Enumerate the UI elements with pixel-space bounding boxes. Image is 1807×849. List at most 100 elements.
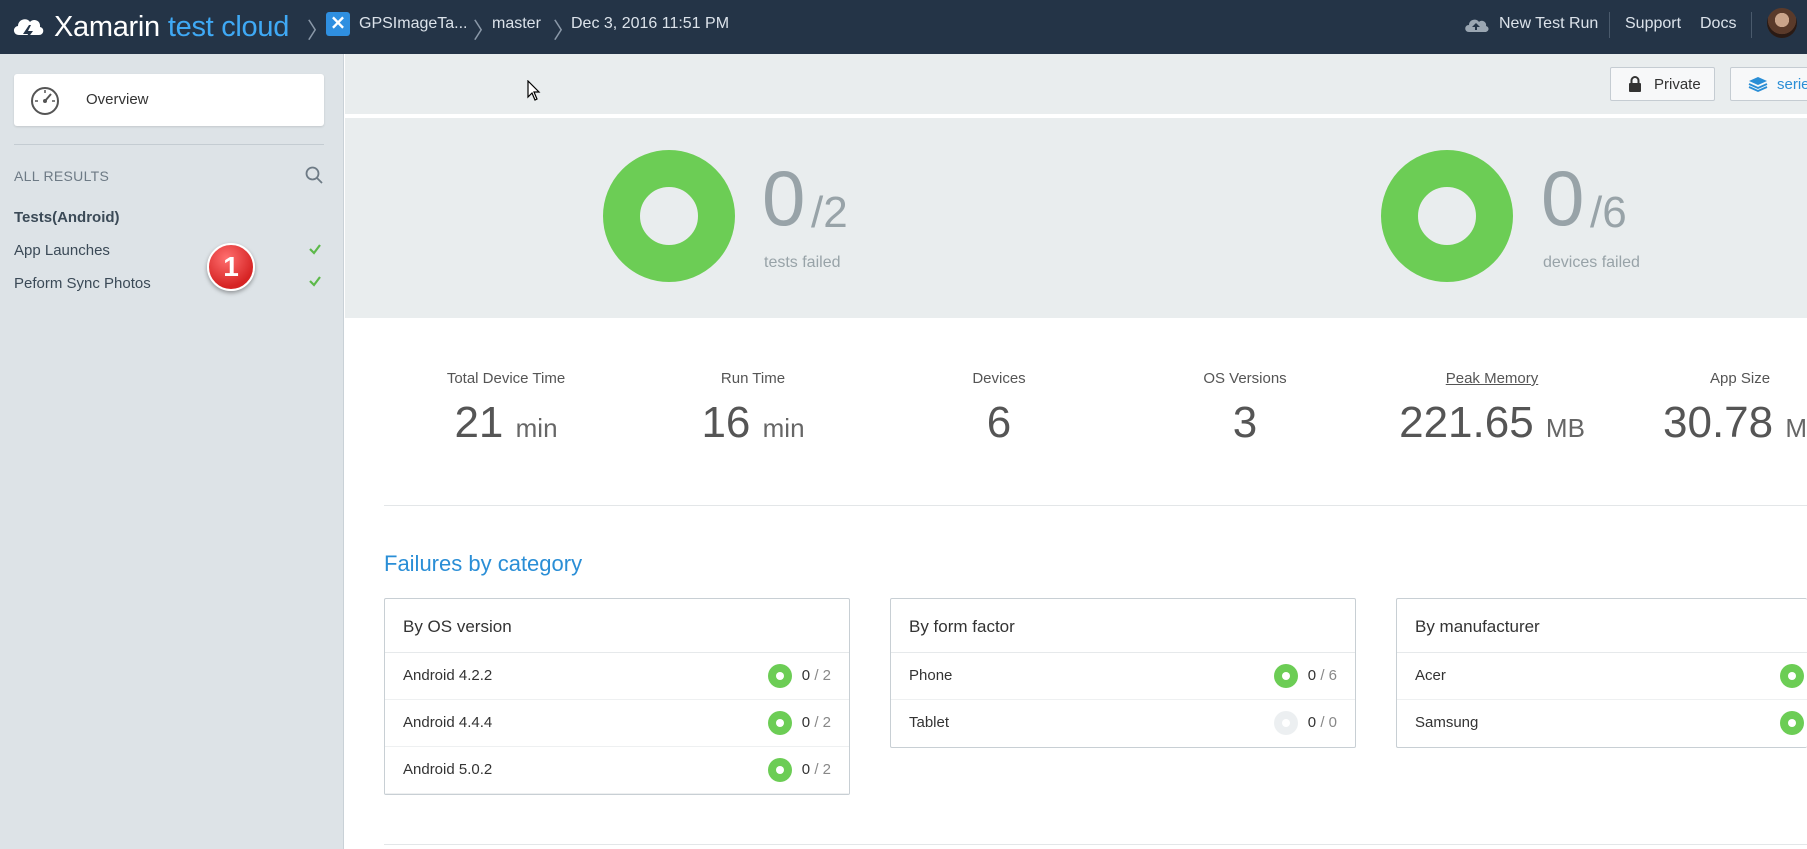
card-by-os-version: By OS version Android 4.2.2 0 / 2 Androi… [384, 598, 850, 795]
breadcrumb-app[interactable]: GPSImageTa... [359, 15, 468, 33]
test-group-title[interactable]: Tests(Android) [14, 209, 120, 226]
row-label: Android 4.2.2 [403, 667, 493, 684]
stat-unit: min [515, 413, 558, 443]
divider [14, 144, 324, 145]
top-nav: Xamarin test cloud 〉 GPSImageTa... 〉 mas… [0, 0, 1807, 54]
avatar[interactable] [1767, 8, 1797, 38]
card-title: By form factor [891, 599, 1355, 653]
series-button[interactable]: serie [1730, 67, 1807, 101]
stat-value-devices: 6 [889, 398, 1109, 448]
card-by-manufacturer: By manufacturer Acer Samsung [1396, 598, 1807, 748]
all-results-heading: ALL RESULTS [14, 168, 110, 184]
sidebar-item-overview[interactable]: Overview [14, 74, 324, 126]
check-icon [309, 244, 321, 255]
list-item: Android 4.4.4 0 / 2 [385, 700, 849, 747]
stat-value-peak-memory: 221.65 MB [1382, 398, 1602, 448]
stat-label-peak-memory[interactable]: Peak Memory [1382, 370, 1602, 387]
status-donut-icon [768, 664, 792, 688]
layers-icon [1748, 77, 1768, 92]
mouse-cursor-icon [527, 80, 541, 101]
breadcrumb-branch[interactable]: master [492, 15, 541, 33]
stat-value-device-time: 21 min [396, 398, 616, 448]
series-label: serie [1777, 76, 1807, 93]
row-fraction: 0 / 2 [801, 761, 831, 778]
stat-label-devices: Devices [972, 370, 1026, 387]
stat-number: 16 [701, 398, 751, 447]
annotation-badge: 1 [207, 243, 255, 291]
divider [384, 844, 1807, 845]
status-donut-icon [1780, 664, 1804, 688]
list-item: Samsung [1397, 700, 1807, 747]
row-fraction: 0 / 2 [801, 714, 831, 731]
brand-logo[interactable]: Xamarin test cloud [10, 6, 289, 48]
docs-link[interactable]: Docs [1700, 15, 1736, 33]
summary-panel [345, 118, 1807, 318]
failed-count: 0 [801, 761, 811, 778]
row-fraction: 0 / 2 [801, 667, 831, 684]
sidebar-item-app-launches[interactable]: App Launches [14, 242, 110, 259]
sidebar: Overview ALL RESULTS Tests(Android) App … [0, 54, 344, 849]
private-label: Private [1654, 76, 1701, 93]
support-link[interactable]: Support [1625, 15, 1681, 33]
tests-total: /2 [811, 188, 848, 237]
total-count: 2 [822, 667, 831, 684]
stat-value-run-time: 16 min [643, 398, 863, 448]
list-item: Android 4.2.2 0 / 2 [385, 653, 849, 700]
new-test-run-link[interactable]: New Test Run [1499, 15, 1598, 33]
tests-failed-count: 0 [762, 154, 806, 242]
row-fraction: 0 / 6 [1307, 667, 1337, 684]
search-icon[interactable] [305, 166, 323, 184]
total-count: 2 [822, 761, 831, 778]
divider [1609, 12, 1610, 38]
tests-failed-label: tests failed [764, 254, 841, 271]
row-fraction: 0 / 0 [1307, 714, 1337, 731]
failed-count: 0 [1307, 667, 1317, 684]
status-donut-icon [1780, 711, 1804, 735]
card-title: By manufacturer [1397, 599, 1807, 653]
stat-unit: MB [1785, 413, 1807, 443]
sidebar-item-sync-photos[interactable]: Peform Sync Photos [14, 275, 151, 292]
stat-number: 6 [986, 398, 1012, 447]
divider [384, 505, 1807, 506]
stat-unit: MB [1545, 413, 1585, 443]
failed-count: 0 [801, 714, 811, 731]
failed-count: 0 [801, 667, 811, 684]
main-toolbar [345, 54, 1807, 116]
list-item: Phone 0 / 6 [891, 653, 1355, 700]
stat-number: 30.78 [1663, 398, 1774, 447]
stat-number: 21 [454, 398, 504, 447]
stat-value-app-size: 30.78 MB [1663, 398, 1807, 448]
cloud-upload-icon [1465, 19, 1489, 32]
list-item: Android 5.0.2 0 / 2 [385, 747, 849, 794]
cloud-lightning-icon [13, 19, 44, 42]
list-item: Acer [1397, 653, 1807, 700]
brand-primary: Xamarin [54, 10, 160, 43]
stat-number: 221.65 [1399, 398, 1534, 447]
devices-failed-label: devices failed [1543, 254, 1640, 271]
total-count: 0 [1328, 714, 1337, 731]
stat-value-os-versions: 3 [1135, 398, 1355, 448]
stat-label-device-time: Total Device Time [446, 370, 566, 387]
row-label: Phone [909, 667, 953, 684]
brand-secondary: test cloud [167, 10, 290, 43]
lock-icon [1629, 76, 1641, 92]
devices-donut-chart [1381, 150, 1513, 282]
app-icon [326, 10, 350, 36]
stat-number: 3 [1232, 398, 1258, 447]
status-donut-icon [768, 758, 792, 782]
speedometer-icon [31, 87, 59, 115]
devices-total: /6 [1590, 188, 1627, 237]
breadcrumb-run-date[interactable]: Dec 3, 2016 11:51 PM [571, 15, 729, 33]
row-label: Samsung [1415, 714, 1479, 731]
check-icon [309, 276, 321, 287]
status-donut-icon [1274, 711, 1298, 735]
row-label: Android 5.0.2 [403, 761, 493, 778]
failures-section-title: Failures by category [384, 551, 583, 576]
row-label: Tablet [909, 714, 950, 731]
stat-label-os-versions: OS Versions [1203, 370, 1287, 387]
total-count: 6 [1328, 667, 1337, 684]
stat-label-app-size: App Size [1710, 370, 1771, 387]
status-donut-icon [768, 711, 792, 735]
private-button[interactable]: Private [1610, 67, 1715, 101]
stat-label-run-time: Run Time [720, 370, 786, 387]
